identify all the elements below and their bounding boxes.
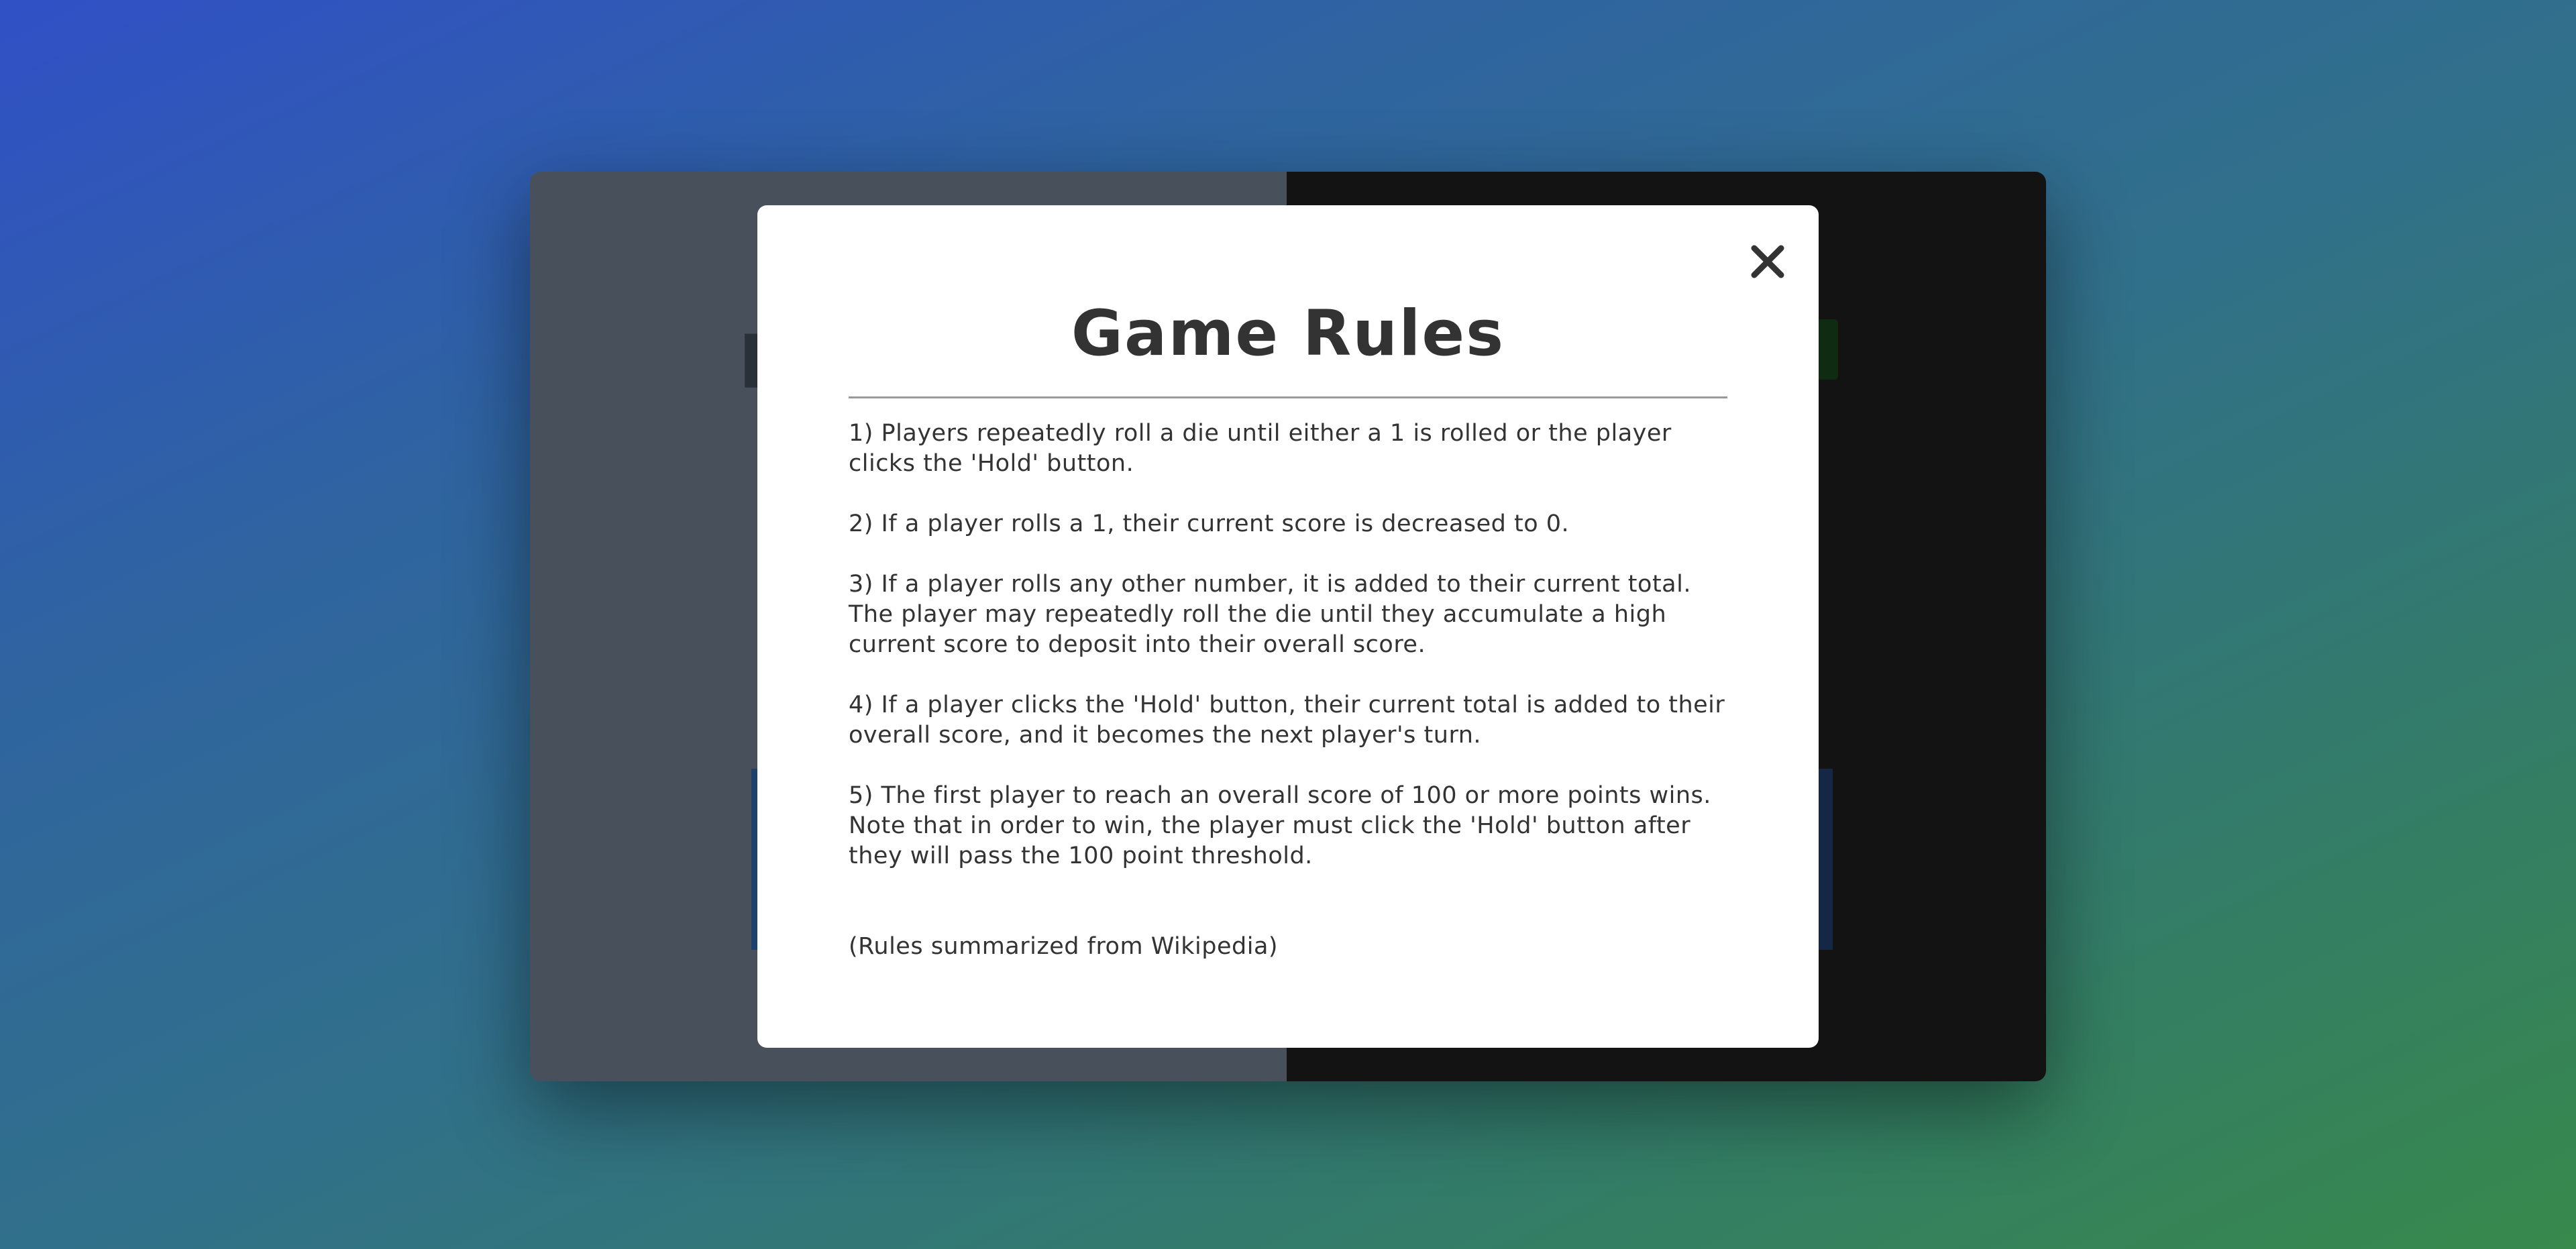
rule-item: 5) The first player to reach an overall … <box>849 782 1711 870</box>
rules-list: 1) Players repeatedly roll a die until e… <box>849 419 1727 871</box>
obscured-current-score-right <box>1818 769 1833 950</box>
close-icon <box>1751 245 1784 278</box>
rule-item: 1) Players repeatedly roll a die until e… <box>849 420 1672 478</box>
rule-item: 3) If a player rolls any other number, i… <box>849 571 1691 659</box>
close-button[interactable] <box>1748 241 1788 282</box>
rules-attribution: (Rules summarized from Wikipedia) <box>849 933 1279 961</box>
rule-item: 4) If a player clicks the 'Hold' button,… <box>849 692 1725 749</box>
modal-title: Game Rules <box>1071 297 1505 370</box>
rules-modal: Game Rules 1) Players repeatedly roll a … <box>757 205 1819 1048</box>
rule-item: 2) If a player rolls a 1, their current … <box>849 510 1570 538</box>
title-divider <box>849 396 1727 399</box>
